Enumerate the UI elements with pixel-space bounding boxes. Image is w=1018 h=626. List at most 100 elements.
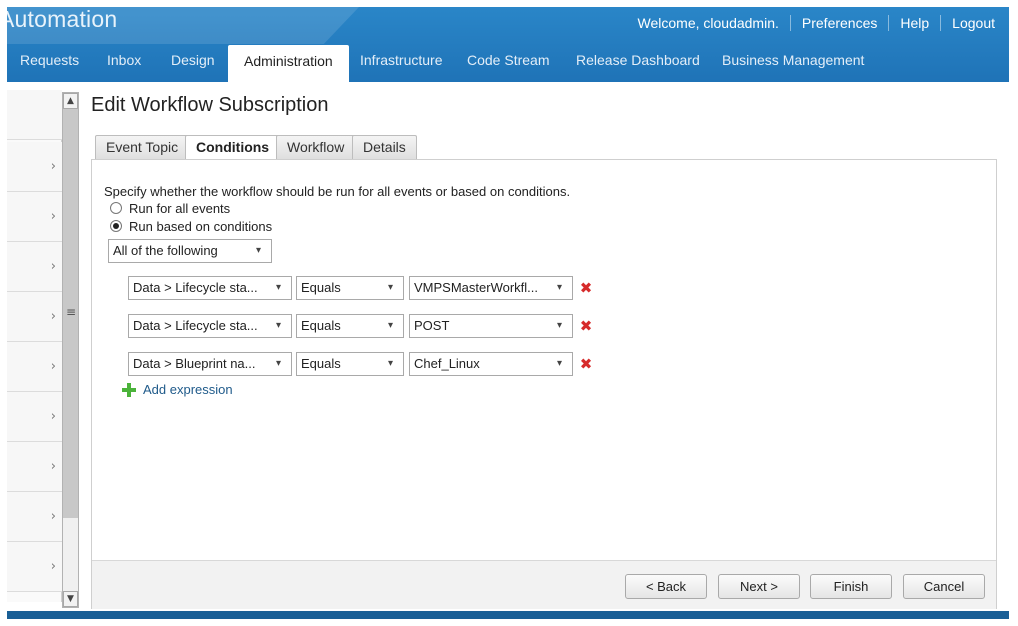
sidebar: › › › › › › › › ›	[7, 90, 62, 602]
condition-value-select[interactable]: VMPSMasterWorkfl... ▾	[409, 276, 573, 300]
condition-operator-value: Equals	[301, 356, 341, 371]
finish-button[interactable]: Finish	[810, 574, 892, 599]
chevron-right-icon: ›	[50, 309, 56, 324]
chevron-right-icon: ›	[50, 359, 56, 374]
run-conditions-label: Run based on conditions	[129, 218, 273, 234]
sidebar-item[interactable]: ›	[7, 342, 62, 392]
chevron-down-icon: ▾	[557, 358, 563, 369]
cancel-button[interactable]: Cancel	[903, 574, 985, 599]
header-bar: Automation Welcome, cloudadmin. Preferen…	[7, 7, 1009, 83]
preferences-link[interactable]: Preferences	[802, 15, 877, 31]
add-expression-link[interactable]: Add expression	[122, 382, 233, 397]
run-all-option[interactable]: Run for all events	[110, 200, 230, 216]
wizard-footer: < Back Next > Finish Cancel	[92, 560, 996, 609]
conditions-panel: Specify whether the workflow should be r…	[91, 159, 997, 609]
top-links: Welcome, cloudadmin. Preferences Help Lo…	[638, 13, 995, 33]
chevron-down-icon: ▾	[557, 282, 563, 293]
condition-field-value: Data > Blueprint na...	[133, 356, 256, 371]
link-separator	[888, 15, 890, 31]
run-conditions-option[interactable]: Run based on conditions	[110, 218, 272, 234]
condition-value-text: Chef_Linux	[414, 356, 480, 371]
sidebar-item[interactable]	[7, 90, 62, 140]
chevron-down-icon: ▾	[557, 320, 563, 331]
green-plus-icon	[122, 382, 136, 397]
chevron-down-icon: ▾	[388, 358, 394, 369]
chevron-right-icon: ›	[50, 409, 56, 424]
nav-code-stream[interactable]: Code Stream	[467, 44, 549, 82]
condition-field-select[interactable]: Data > Blueprint na... ▾	[128, 352, 292, 376]
page-title: Edit Workflow Subscription	[91, 94, 329, 116]
nav-release-dashboard[interactable]: Release Dashboard	[576, 44, 700, 82]
condition-operator-select[interactable]: Equals ▾	[296, 352, 404, 376]
condition-operator-value: Equals	[301, 318, 341, 333]
nav-design[interactable]: Design	[171, 44, 215, 82]
window-bottom-border	[7, 611, 1009, 619]
logout-link[interactable]: Logout	[952, 15, 995, 31]
sidebar-item[interactable]: ›	[7, 492, 62, 542]
content-area: › › › › › › › › › ▲ ≡ ▼ Edit Workflow Su…	[7, 82, 1009, 613]
sidebar-scrollbar[interactable]: ▲ ≡ ▼	[62, 92, 79, 608]
condition-field-select[interactable]: Data > Lifecycle sta... ▾	[128, 276, 292, 300]
condition-operator-select[interactable]: Equals ▾	[296, 314, 404, 338]
chevron-right-icon: ›	[50, 559, 56, 574]
chevron-down-icon: ▾	[256, 245, 262, 256]
run-all-label: Run for all events	[129, 200, 231, 216]
scroll-down-icon[interactable]: ▼	[63, 591, 78, 607]
sidebar-item[interactable]: ›	[7, 442, 62, 492]
scroll-up-icon[interactable]: ▲	[63, 93, 78, 109]
logic-select-value: All of the following	[113, 243, 218, 258]
brand-logo: Automation	[7, 7, 118, 32]
condition-operator-value: Equals	[301, 280, 341, 295]
nav-business-management[interactable]: Business Management	[722, 44, 864, 82]
app-window: Automation Welcome, cloudadmin. Preferen…	[7, 7, 1009, 618]
sidebar-item[interactable]: ›	[7, 292, 62, 342]
scroll-grip-icon[interactable]: ≡	[66, 305, 76, 319]
chevron-down-icon: ▾	[388, 320, 394, 331]
chevron-right-icon: ›	[50, 509, 56, 524]
condition-field-select[interactable]: Data > Lifecycle sta... ▾	[128, 314, 292, 338]
run-all-radio[interactable]	[110, 202, 122, 214]
chevron-down-icon: ▾	[276, 320, 282, 331]
condition-value-select[interactable]: Chef_Linux ▾	[409, 352, 573, 376]
tab-workflow[interactable]: Workflow	[276, 135, 356, 160]
delete-x-icon[interactable]: ✖	[579, 357, 593, 372]
chevron-down-icon: ▾	[388, 282, 394, 293]
condition-value-select[interactable]: POST ▾	[409, 314, 573, 338]
condition-field-value: Data > Lifecycle sta...	[133, 280, 258, 295]
help-link[interactable]: Help	[900, 15, 929, 31]
nav-inbox[interactable]: Inbox	[107, 44, 141, 82]
link-separator	[940, 15, 942, 31]
next-button[interactable]: Next >	[718, 574, 800, 599]
run-conditions-radio[interactable]	[110, 220, 122, 232]
chevron-right-icon: ›	[50, 459, 56, 474]
nav-administration[interactable]: Administration	[228, 45, 349, 83]
chevron-right-icon: ›	[50, 159, 56, 174]
condition-value-text: POST	[414, 318, 450, 333]
link-separator	[789, 15, 791, 31]
back-button[interactable]: < Back	[625, 574, 707, 599]
add-expression-label[interactable]: Add expression	[143, 382, 233, 397]
sidebar-item[interactable]: ›	[7, 242, 62, 292]
sidebar-item[interactable]: ›	[7, 542, 62, 592]
delete-x-icon[interactable]: ✖	[579, 281, 593, 296]
scroll-track[interactable]	[63, 518, 78, 591]
nav-infrastructure[interactable]: Infrastructure	[360, 44, 442, 82]
instruction-text: Specify whether the workflow should be r…	[104, 184, 571, 199]
tab-event-topic[interactable]: Event Topic	[95, 135, 190, 160]
chevron-down-icon: ▾	[276, 282, 282, 293]
tab-details[interactable]: Details	[352, 135, 417, 160]
condition-field-value: Data > Lifecycle sta...	[133, 318, 258, 333]
sidebar-item[interactable]: ›	[7, 192, 62, 242]
welcome-text: Welcome, cloudadmin.	[637, 15, 779, 31]
condition-operator-select[interactable]: Equals ▾	[296, 276, 404, 300]
main-nav: Requests Inbox Design Administration Inf…	[7, 44, 1009, 83]
tab-conditions[interactable]: Conditions	[185, 135, 281, 161]
chevron-right-icon: ›	[50, 259, 56, 274]
delete-x-icon[interactable]: ✖	[579, 319, 593, 334]
logic-select[interactable]: All of the following ▾	[108, 239, 272, 263]
chevron-right-icon: ›	[50, 209, 56, 224]
chevron-down-icon: ▾	[276, 358, 282, 369]
sidebar-item[interactable]: ›	[7, 142, 62, 192]
sidebar-item[interactable]: ›	[7, 392, 62, 442]
nav-requests[interactable]: Requests	[20, 44, 79, 82]
